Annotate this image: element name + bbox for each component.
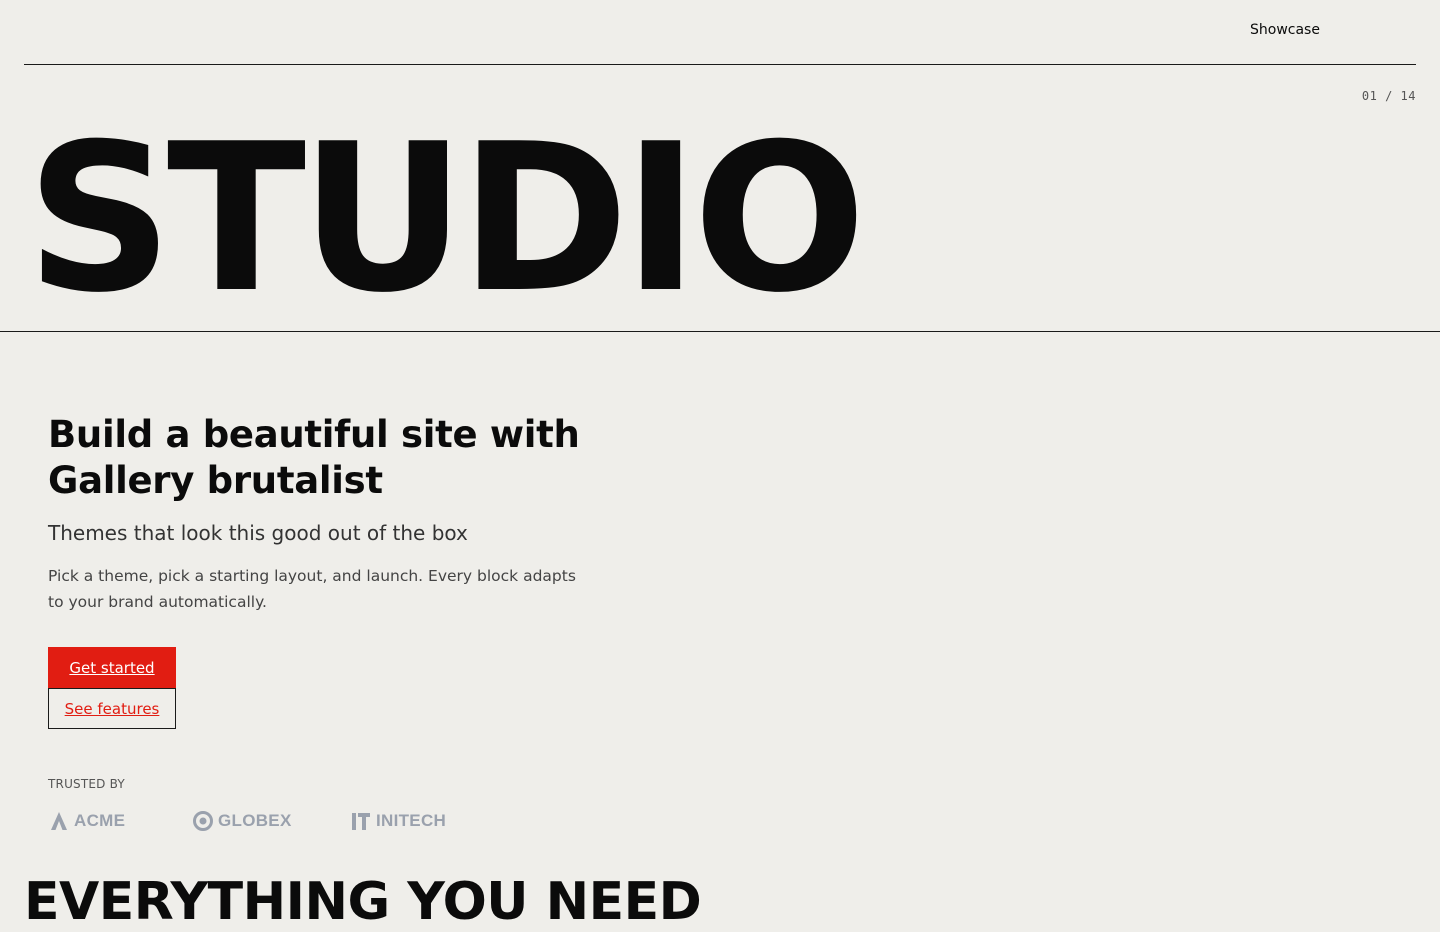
see-features-button[interactable]: See features	[48, 688, 176, 729]
trusted-logos: ACME GLOBEX INITECH	[48, 808, 470, 834]
intro-body: Pick a theme, pick a starting layout, an…	[48, 567, 576, 611]
intro-headline: Build a beautiful site with Gallery brut…	[48, 413, 580, 502]
slide-counter: 01 / 14	[1361, 89, 1416, 103]
ring-icon	[192, 810, 214, 832]
nav-link-showcase[interactable]: Showcase	[1250, 22, 1320, 38]
logo-initech-label: INITECH	[376, 811, 447, 830]
section-heading-everything: EVERYTHING YOU NEED	[24, 872, 702, 932]
get-started-button[interactable]: Get started	[48, 647, 176, 688]
hero-divider	[0, 331, 1440, 332]
triangle-a-icon	[48, 810, 70, 832]
logo-acme: ACME	[48, 810, 192, 832]
logo-initech: INITECH	[350, 810, 470, 832]
trusted-by-label: TRUSTED BY	[48, 777, 125, 791]
hero-title: STUDIO	[26, 101, 866, 338]
logo-acme-label: ACME	[74, 811, 126, 830]
logo-globex-label: GLOBEX	[218, 811, 292, 830]
top-bar: Showcase	[24, 0, 1416, 65]
intro-subhead: Themes that look this good out of the bo…	[48, 521, 468, 545]
logo-globex: GLOBEX	[192, 810, 350, 832]
bars-icon	[350, 810, 372, 832]
